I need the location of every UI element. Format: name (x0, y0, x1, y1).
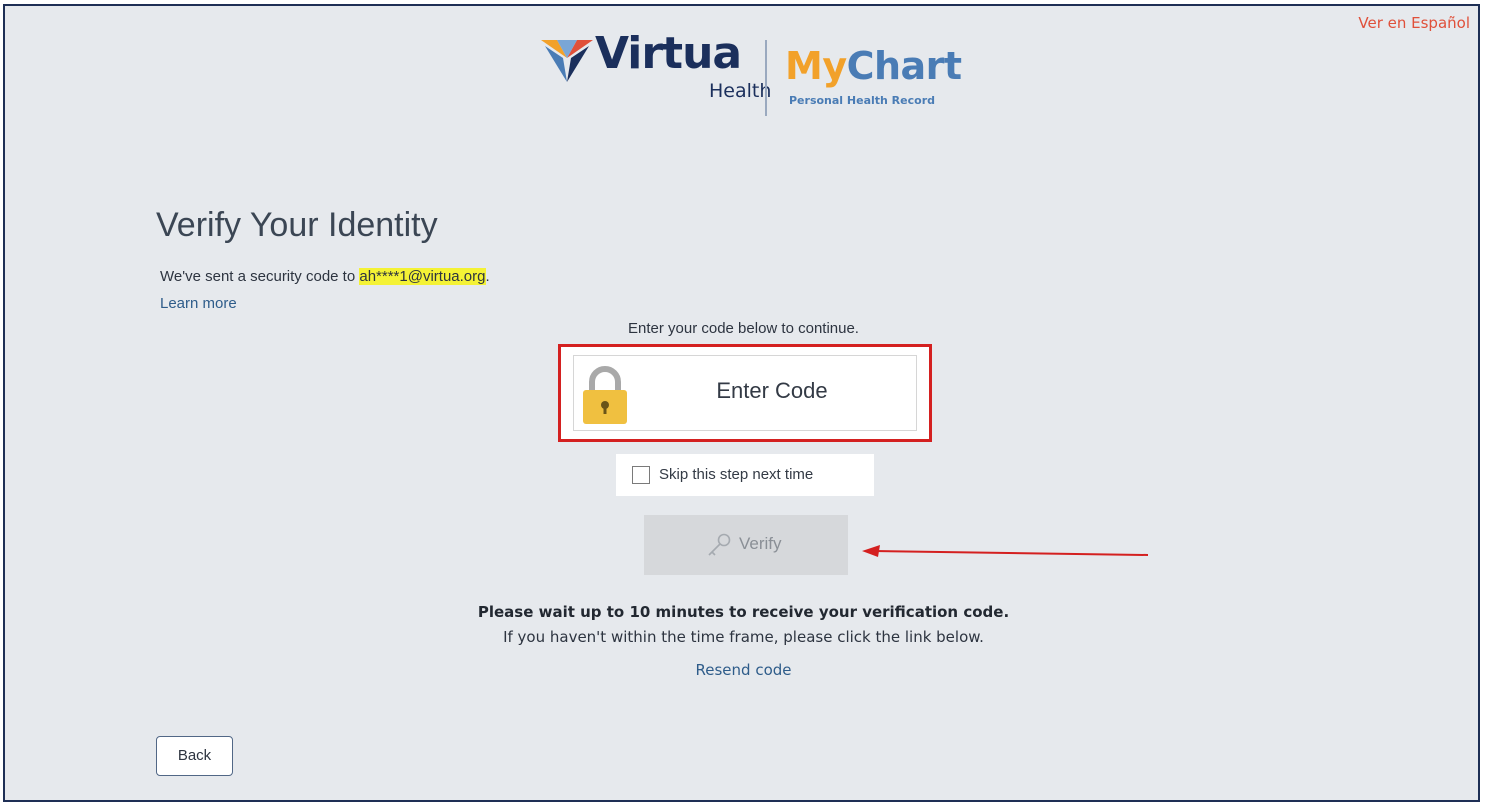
code-input[interactable]: Enter Code (573, 355, 917, 431)
virtua-v-icon (541, 40, 593, 82)
skip-option: Skip this step next time (616, 454, 874, 496)
red-arrow-annotation (862, 545, 1149, 557)
code-instructions: Enter your code below to continue. (628, 320, 859, 337)
wait-message: Please wait up to 10 minutes to receive … (477, 603, 1010, 621)
masked-email: ah****1@virtua.org (359, 268, 486, 285)
logo-divider (765, 40, 767, 116)
learn-more-link[interactable]: Learn more (160, 295, 237, 312)
page-frame: Ver en Español Virtua Health MyChart Per… (3, 4, 1480, 802)
language-link[interactable]: Ver en Español (1358, 14, 1470, 32)
logo-tagline: Personal Health Record (789, 94, 935, 107)
resend-row: Resend code (5, 661, 1478, 679)
logo-product: MyChart (785, 44, 962, 88)
skip-checkbox[interactable] (632, 466, 650, 484)
logo: Virtua Health MyChart Personal Health Re… (539, 28, 969, 124)
wait-submessage: If you haven't within the time frame, pl… (503, 628, 984, 646)
page-title: Verify Your Identity (156, 206, 438, 244)
verify-button[interactable]: Verify (644, 515, 848, 575)
lock-icon (583, 366, 627, 424)
logo-brand: Virtua (595, 28, 742, 79)
back-button[interactable]: Back (156, 736, 233, 776)
code-highlight-box: Enter Code (558, 344, 932, 442)
logo-product-chart: Chart (846, 44, 963, 88)
logo-sub: Health (709, 80, 772, 102)
code-placeholder: Enter Code (716, 378, 828, 403)
skip-label[interactable]: Skip this step next time (659, 466, 813, 483)
key-icon (708, 533, 731, 556)
logo-product-my: My (785, 44, 847, 88)
sent-message: We've sent a security code to ah****1@vi… (160, 268, 490, 285)
sent-prefix: We've sent a security code to (160, 268, 360, 285)
verify-label: Verify (739, 534, 782, 553)
resend-code-link[interactable]: Resend code (696, 661, 792, 679)
sent-suffix: . (485, 268, 490, 285)
